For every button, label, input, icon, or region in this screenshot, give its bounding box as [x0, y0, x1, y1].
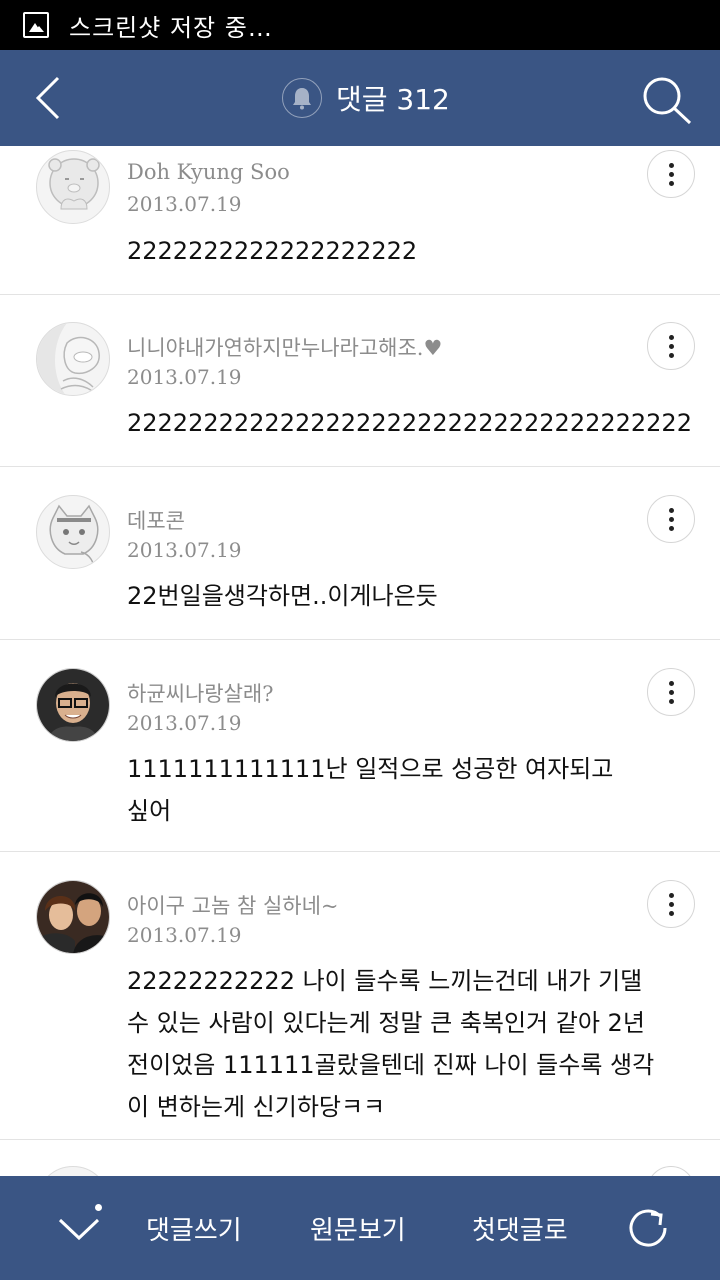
- more-button[interactable]: [647, 322, 695, 370]
- comment-date: 2013.07.19: [127, 192, 242, 216]
- more-icon: [668, 892, 674, 898]
- view-original-button[interactable]: 원문보기: [310, 1210, 406, 1247]
- more-button[interactable]: [647, 150, 695, 198]
- more-icon: [668, 680, 674, 686]
- avatar-image: [37, 881, 109, 953]
- comment-item: Doh Kyung Soo 2013.07.19 222222222222222…: [0, 146, 720, 295]
- more-icon: [668, 162, 674, 168]
- avatar[interactable]: [36, 495, 110, 569]
- comment-author: 하균씨나랑살래?: [127, 682, 274, 706]
- chevron-down-icon[interactable]: [54, 1204, 104, 1254]
- comment-list: Doh Kyung Soo 2013.07.19 222222222222222…: [0, 146, 720, 1176]
- more-button[interactable]: [647, 668, 695, 716]
- comment-text: 2222222222222222222: [127, 237, 418, 265]
- comment-date: 2013.07.19: [127, 365, 242, 389]
- comment-author: 아이구 고놈 참 실하네~: [127, 894, 339, 918]
- comment-text: 22222222222 나이 들수록 느끼는건데 내가 기댈 수 있는 사람이 …: [127, 967, 655, 1121]
- comment-item: 하균씨나랑살래? 2013.07.19 1111111111111난 일적으로 …: [0, 640, 720, 852]
- image-icon: [23, 12, 49, 38]
- page-title: 댓글 312: [336, 83, 450, 116]
- avatar-image: [49, 504, 99, 568]
- avatar[interactable]: [36, 322, 110, 396]
- comment-text: 2222222222222222222222222222222222222: [127, 409, 692, 437]
- avatar[interactable]: [36, 880, 110, 954]
- comment-date: 2013.07.19: [127, 711, 242, 735]
- status-text: 스크린샷 저장 중…: [69, 13, 273, 42]
- avatar-image: [37, 323, 100, 395]
- refresh-icon[interactable]: [624, 1204, 672, 1252]
- first-comment-button[interactable]: 첫댓글로: [472, 1210, 568, 1247]
- comment-date: 2013.07.19: [127, 923, 242, 947]
- bottom-bar: 댓글쓰기 원문보기 첫댓글로: [0, 1176, 720, 1280]
- comment-text: 22번일을생각하면..이게나은듯: [127, 582, 438, 610]
- more-button[interactable]: [647, 880, 695, 928]
- comment-item: 니니야내가연하지만누나라고해조.♥ 2013.07.19 22222222222…: [0, 295, 720, 467]
- comment-item: [0, 1140, 720, 1176]
- more-button[interactable]: [647, 1166, 695, 1176]
- notification-dot: [95, 1204, 102, 1211]
- more-button[interactable]: [647, 495, 695, 543]
- avatar[interactable]: [36, 150, 110, 224]
- avatar-image: [48, 158, 100, 210]
- comment-author: 데포콘: [127, 509, 185, 533]
- title-group: 댓글 312: [282, 76, 450, 120]
- bell-icon: [293, 88, 311, 110]
- more-icon: [668, 334, 674, 340]
- more-icon: [668, 507, 674, 513]
- app-bar: 댓글 312: [0, 50, 720, 146]
- back-icon[interactable]: [28, 74, 72, 122]
- comment-author: 니니야내가연하지만누나라고해조.♥: [127, 336, 443, 360]
- comment-date: 2013.07.19: [127, 538, 242, 562]
- comment-item: 아이구 고놈 참 실하네~ 2013.07.19 22222222222 나이 …: [0, 852, 720, 1140]
- notification-button[interactable]: [282, 78, 322, 118]
- comment-text: 1111111111111난 일적으로 성공한 여자되고 싶어: [127, 755, 614, 825]
- avatar[interactable]: [36, 668, 110, 742]
- search-icon[interactable]: [640, 74, 694, 126]
- status-bar: 스크린샷 저장 중…: [0, 0, 720, 50]
- write-comment-button[interactable]: 댓글쓰기: [146, 1210, 242, 1247]
- comment-item: 데포콘 2013.07.19 22번일을생각하면..이게나은듯: [0, 467, 720, 640]
- avatar[interactable]: [36, 1166, 110, 1176]
- comment-author: Doh Kyung Soo: [127, 160, 290, 184]
- avatar-image: [37, 669, 109, 741]
